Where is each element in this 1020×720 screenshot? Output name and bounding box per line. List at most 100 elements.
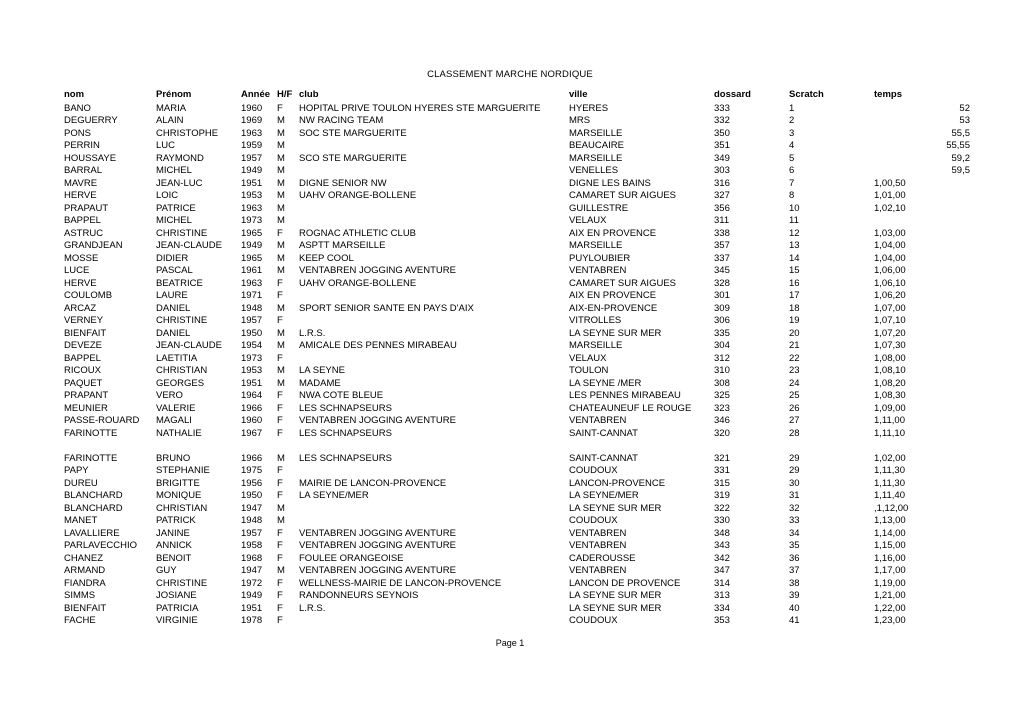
column-header-nom: nom [64,89,85,100]
cell-dossard: 356 [714,202,730,214]
table-row: DUREU BRIGITTE 1956 F MAIRIE DE LANCON-PROVE… [64,478,974,491]
cell-dossard: 348 [714,527,730,539]
cell-scratch: 39 [789,590,800,601]
table-row: MANET PATRICK 1948 M COUDOUX 330 33 1,13,00 [64,515,974,528]
cell-hf: M [277,327,285,339]
cell-dossard: 316 [714,177,730,189]
table-row: LAVALLIERE JANINE 1957 F VENTABREN JOGGING A… [64,528,974,541]
table-row: PAQUET GEORGES 1951 M MADAME LA SEYNE /MER 308… [64,378,974,391]
cell-prenom: CHRISTIAN [156,365,208,376]
cell-ville: AIX EN PROVENCE [569,290,657,301]
cell-dossard: 319 [714,490,730,501]
cell-nom: FARINOTTE [64,427,118,439]
cell-ville: LA SEYNE SUR MER [569,502,662,514]
cell-temps: 1,14,00 [874,527,906,539]
cell-scratch: 26 [789,402,800,414]
cell-annee: 1948 [241,515,263,526]
cell-nom: PRAPAUT [64,202,109,214]
cell-nom: FACHE [64,615,96,626]
cell-ville: CAMARET SUR AIGUES [569,277,676,289]
cell-dossard: 353 [714,615,730,626]
cell-temps: 1,02,00 [874,452,906,464]
cell-dossard: 309 [714,302,730,314]
cell-ville: LA SEYNE SUR MER [569,590,662,601]
cell-hf: M [277,202,285,214]
cell-club: VENTABREN JOGGING AVENTURE [299,565,456,576]
cell-scratch: 35 [789,540,800,551]
cell-annee: 1949 [241,590,263,601]
cell-annee: 1956 [241,477,263,489]
column-header-annee: Année [241,89,271,100]
cell-hf: F [277,490,283,501]
cell-hf: F [277,402,283,414]
cell-dossard: 328 [714,277,730,289]
cell-prenom: LAURE [156,290,188,301]
cell-scratch: 19 [789,315,800,326]
cell-ville: DIGNE LES BAINS [569,177,651,189]
cell-annee: 1957 [241,315,263,326]
cell-club [299,503,569,516]
table-row: COULOMB LAURE 1971 F AIX EN PROVENCE 301 17 1,0… [64,290,974,303]
cell-dossard: 312 [714,352,730,364]
cell-prenom: NATHALIE [156,427,202,439]
table-row: HERVE BEATRICE 1963 F UAHV ORANGE-BOLLENE CAM… [64,278,974,291]
table-row: BAPPEL MICHEL 1973 M VELAUX 311 11 [64,215,974,228]
cell-annee: 1953 [241,365,263,376]
cell-annee: 1960 [241,102,263,114]
cell-annee: 1968 [241,552,263,564]
table-row: MAVRE JEAN-LUC 1951 M DIGNE SENIOR NW DIGNE L… [64,178,974,191]
cell-prenom: DANIEL [156,327,191,339]
cell-club: ASPTT MARSEILLE [299,240,386,251]
cell-club: VENTABREN JOGGING AVENTURE [299,540,456,551]
cell-hf: F [277,415,283,426]
cell-scratch: 17 [789,290,800,301]
cell-temps: 55,5 [951,127,971,139]
cell-hf: M [277,140,285,151]
cell-prenom: JANINE [156,527,190,539]
document-page: CLASSEMENT MARCHE NORDIQUE nom Prénom An… [0,0,1020,720]
cell-nom: BLANCHARD [64,490,123,501]
cell-temps: 1,02,10 [874,202,906,214]
cell-annee: 1958 [241,540,263,551]
cell-hf: M [277,340,285,351]
cell-prenom: CHRISTINE [156,227,208,239]
cell-ville: COUDOUX [569,465,618,476]
cell-temps: 1,19,00 [874,577,906,589]
cell-scratch: 27 [789,415,800,426]
cell-ville: COUDOUX [569,515,618,526]
table-row: PONS CHRISTOPHE 1963 M SOC STE MARGUERITE MAR… [64,128,974,141]
cell-hf: M [277,127,285,139]
cell-club: LA SEYNE/MER [299,490,369,501]
cell-annee: 1961 [241,265,263,276]
cell-ville: VELAUX [569,215,607,226]
spacer-cell [64,440,974,453]
cell-temps: 1,11,30 [874,465,905,476]
cell-scratch: 15 [789,265,800,276]
cell-prenom: MICHEL [156,165,192,176]
cell-nom: PASSE-ROUARD [64,415,140,426]
cell-nom: ASTRUC [64,227,104,239]
cell-ville: LA SEYNE SUR MER [569,602,662,614]
cell-ville: MARSEILLE [569,152,623,164]
cell-club: KEEP COOL [299,252,354,264]
cell-scratch: 2 [789,115,795,126]
cell-hf: F [277,477,283,489]
cell-scratch: 33 [789,515,800,526]
cell-annee: 1960 [241,415,263,426]
cell-annee: 1949 [241,240,263,251]
cell-prenom: LUC [156,140,176,151]
cell-hf: F [277,390,283,401]
cell-club: VENTABREN JOGGING AVENTURE [299,415,456,426]
cell-ville: LES PENNES MIRABEAU [569,390,681,401]
cell-annee: 1954 [241,340,263,351]
cell-dossard: 335 [714,327,730,339]
cell-temps: 1,11,00 [874,415,905,426]
cell-club: AMICALE DES PENNES MIRABEAU [299,340,457,351]
cell-nom: BLANCHARD [64,502,123,514]
table-row: MEUNIER VALERIE 1966 F LES SCHNAPSEURS CHATEA… [64,403,974,416]
cell-hf: M [277,177,285,189]
table-row: BLANCHARD MONIQUE 1950 F LA SEYNE/MER LA SEYN… [64,490,974,503]
cell-prenom: BRIGITTE [156,477,200,489]
cell-annee: 1948 [241,302,263,314]
cell-prenom: ALAIN [156,115,184,126]
